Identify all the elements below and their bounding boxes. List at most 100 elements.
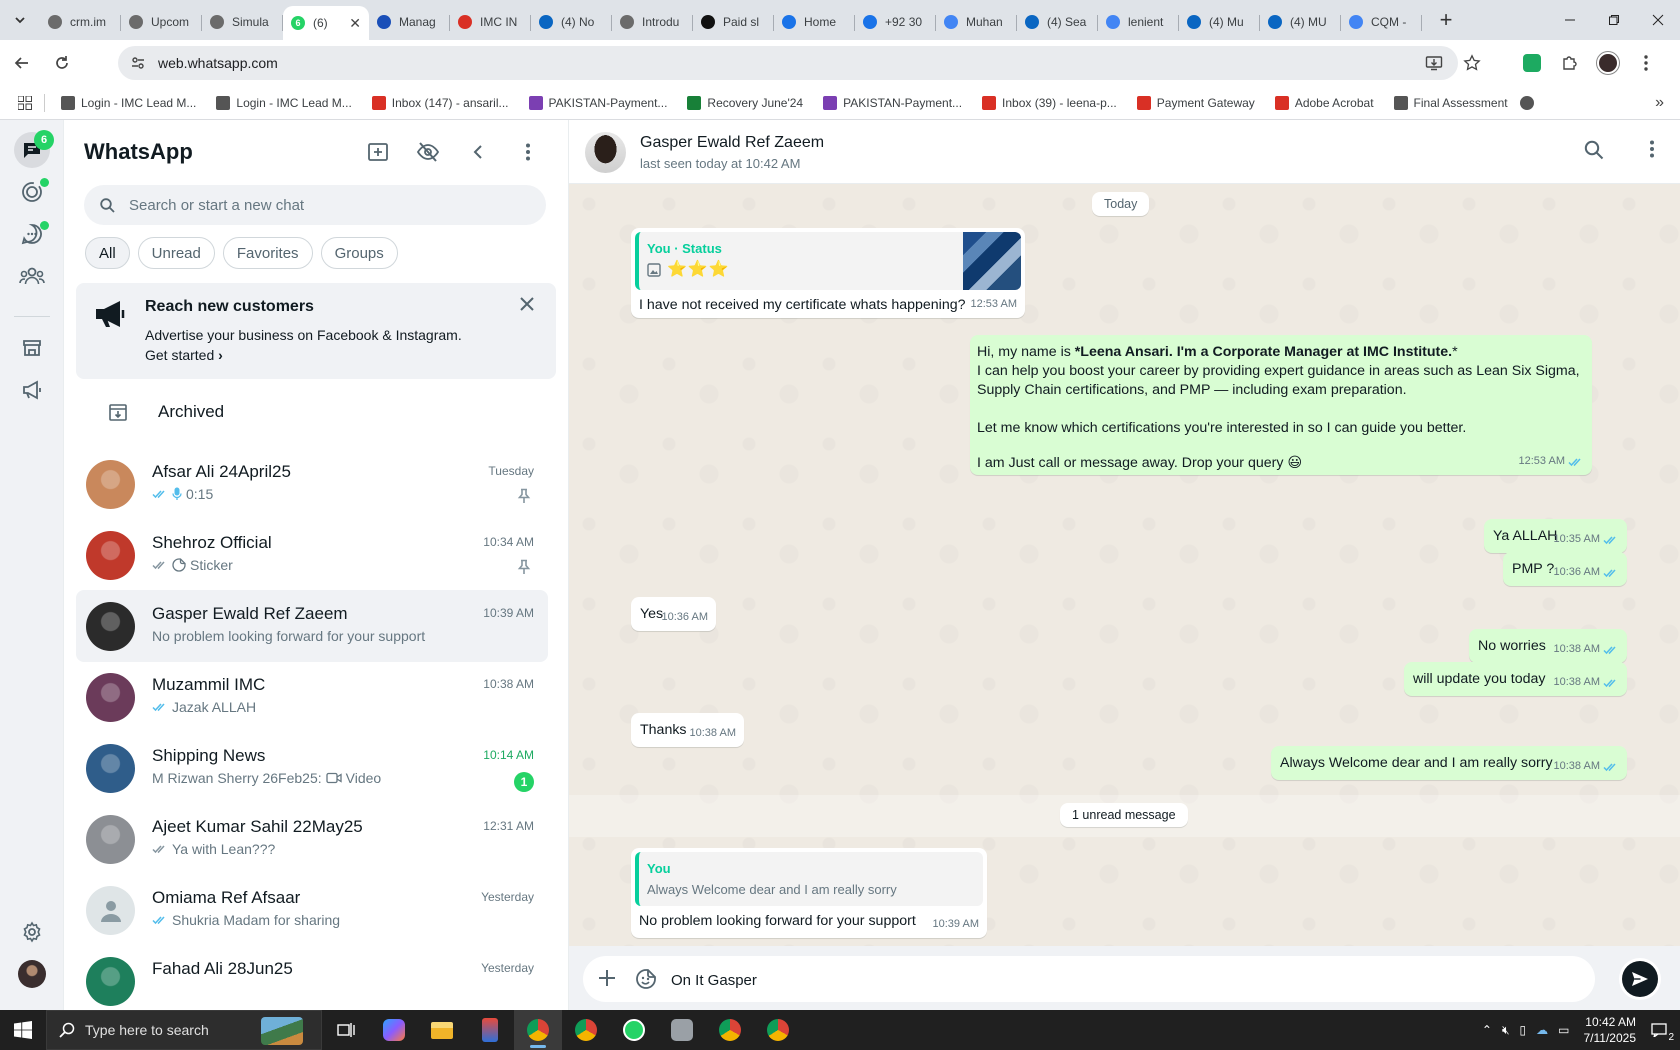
rail-tools-button[interactable]	[14, 330, 50, 366]
message-outgoing[interactable]: No worries 10:38 AM	[1469, 629, 1627, 663]
message-incoming[interactable]: Yes 10:36 AM	[631, 597, 716, 631]
rail-communities-button[interactable]	[14, 258, 50, 294]
bookmark-item[interactable]: Login - IMC Lead M...	[210, 90, 357, 116]
message-outgoing[interactable]: Always Welcome dear and I am really sorr…	[1271, 746, 1627, 780]
tab-close-icon[interactable]: ✕	[349, 15, 361, 32]
taskbar-chrome-3[interactable]	[706, 1010, 754, 1050]
chat-row[interactable]: Shehroz Official 10:34 AM Sticker	[76, 519, 548, 591]
conversation-menu-button[interactable]	[1650, 140, 1654, 158]
bookmark-star-button[interactable]	[1458, 46, 1486, 80]
bookmark-item[interactable]: Recovery June'24	[681, 90, 809, 116]
site-settings-icon[interactable]	[130, 55, 146, 71]
message-incoming[interactable]: Thanks 10:38 AM	[631, 713, 744, 747]
weather-icon[interactable]: ☁︎	[1536, 1023, 1548, 1037]
back-button[interactable]	[4, 45, 40, 81]
browser-tab[interactable]: lenient	[1098, 6, 1179, 38]
bookmark-extra[interactable]	[1514, 90, 1546, 116]
conversation-search-button[interactable]	[1584, 140, 1604, 160]
chevron-up-icon[interactable]: ⌃	[1482, 1023, 1492, 1037]
browser-tab[interactable]: (4) Mu	[1179, 6, 1260, 38]
tab-search-button[interactable]	[0, 0, 40, 40]
browser-tab[interactable]: 6 (6) ✕	[283, 6, 369, 40]
filter-unread[interactable]: Unread	[137, 237, 215, 269]
browser-tab[interactable]: Paid sl	[693, 6, 774, 38]
message-intro[interactable]: Hi, my name is *Leena Ansari. I'm a Corp…	[970, 335, 1592, 475]
message-outgoing[interactable]: Ya ALLAH 10:35 AM	[1484, 519, 1627, 553]
taskbar-app-figure[interactable]	[466, 1010, 514, 1050]
taskbar-search-box[interactable]: Type here to search	[46, 1010, 322, 1050]
bookmark-item[interactable]: PAKISTAN-Payment...	[523, 90, 674, 116]
message-outgoing[interactable]: will update you today 10:38 AM	[1404, 662, 1627, 696]
volume-muted-icon[interactable]: 🔇︎	[1502, 1023, 1510, 1038]
taskbar-chrome-2[interactable]	[562, 1010, 610, 1050]
rail-profile-button[interactable]	[14, 956, 50, 992]
message-input[interactable]	[671, 968, 1551, 992]
url-text[interactable]: web.whatsapp.com	[158, 55, 278, 71]
status-quote[interactable]: You · Status ⭐⭐⭐	[635, 232, 1021, 290]
taskbar-app-clock[interactable]	[658, 1010, 706, 1050]
install-app-button[interactable]	[1420, 46, 1448, 80]
bookmark-item[interactable]: Inbox (39) - leena-p...	[976, 90, 1123, 116]
contact-name[interactable]: Gasper Ewald Ref Zaeem	[640, 134, 824, 152]
task-view-button[interactable]	[322, 1010, 370, 1050]
contact-avatar[interactable]	[585, 132, 626, 173]
bookmark-item[interactable]: Adobe Acrobat	[1269, 90, 1380, 116]
chat-row[interactable]: Gasper Ewald Ref Zaeem 10:39 AM No problem…	[76, 590, 548, 662]
extensions-button[interactable]	[1556, 46, 1584, 80]
browser-tab[interactable]: Introdu	[612, 6, 693, 38]
filter-all[interactable]: All	[85, 237, 130, 269]
reply-quote[interactable]: You Always Welcome dear and I am really …	[635, 852, 983, 906]
minimize-button[interactable]	[1548, 0, 1592, 40]
chat-search-input[interactable]	[129, 196, 509, 214]
promo-get-started-link[interactable]: Get started ›	[145, 347, 223, 363]
promo-close-button[interactable]	[520, 297, 540, 317]
browser-tab[interactable]: crm.im	[40, 6, 121, 38]
browser-tab[interactable]: Home	[774, 6, 855, 38]
chat-row[interactable]: Afsar Ali 24April25 Tuesday 0:15	[76, 448, 548, 520]
conversation-header[interactable]: Gasper Ewald Ref Zaeem last seen today a…	[569, 120, 1680, 184]
chat-list-menu-button[interactable]	[508, 132, 548, 172]
browser-tab[interactable]: (4) Sea	[1017, 6, 1098, 38]
chat-search-box[interactable]	[84, 185, 546, 225]
privacy-toggle-button[interactable]	[408, 132, 448, 172]
message-status-reply[interactable]: You · Status ⭐⭐⭐ I have not received my …	[631, 228, 1025, 318]
browser-tab[interactable]: Muhan	[936, 6, 1017, 38]
profile-button[interactable]	[1594, 46, 1622, 80]
taskbar-file-explorer[interactable]	[418, 1010, 466, 1050]
chat-row[interactable]: Ajeet Kumar Sahil 22May25 12:31 AM Ya with…	[76, 803, 548, 875]
message-last-reply[interactable]: You Always Welcome dear and I am really …	[631, 848, 987, 938]
chat-row[interactable]: Muzammil IMC 10:38 AM Jazak ALLAH	[76, 661, 548, 733]
collapse-panel-button[interactable]	[458, 132, 498, 172]
send-button[interactable]	[1619, 958, 1661, 1000]
browser-tab[interactable]: (4) MU	[1260, 6, 1341, 38]
taskbar-chrome-1[interactable]	[514, 1010, 562, 1050]
bookmark-item[interactable]: PAKISTAN-Payment...	[817, 90, 968, 116]
reload-button[interactable]	[44, 45, 80, 81]
bookmark-item[interactable]: Login - IMC Lead M...	[55, 90, 202, 116]
message-outgoing[interactable]: PMP ? 10:36 AM	[1503, 552, 1627, 586]
browser-menu-button[interactable]	[1632, 46, 1660, 80]
extension-whatsapp-button[interactable]	[1518, 46, 1546, 80]
taskbar-copilot[interactable]	[370, 1010, 418, 1050]
filter-groups[interactable]: Groups	[320, 237, 398, 269]
rail-settings-button[interactable]	[14, 914, 50, 950]
rail-advertise-button[interactable]	[14, 372, 50, 408]
browser-tab[interactable]: CQM -	[1341, 6, 1422, 38]
chat-row[interactable]: Shipping News 10:14 AM M Rizwan Sherry 26F…	[76, 732, 548, 804]
close-window-button[interactable]	[1636, 0, 1680, 40]
archived-row[interactable]: Archived	[64, 386, 568, 438]
business-promo-card[interactable]: Reach new customers Advertise your busin…	[76, 283, 556, 379]
browser-tab[interactable]: (4) No	[531, 6, 612, 38]
browser-tab[interactable]: Upcom	[121, 6, 202, 38]
bookmark-item[interactable]: Payment Gateway	[1131, 90, 1261, 116]
composer-box[interactable]	[583, 956, 1595, 1002]
notification-center-button[interactable]: 2	[1646, 1015, 1674, 1045]
taskbar-clock[interactable]: 10:42 AM 7/11/2025	[1584, 1014, 1637, 1046]
taskbar-chrome-4[interactable]	[754, 1010, 802, 1050]
bookmark-item[interactable]: Final Assessment	[1388, 90, 1514, 116]
new-tab-button[interactable]: +	[1428, 2, 1464, 38]
browser-tab[interactable]: IMC IN	[450, 6, 531, 38]
sticker-emoji-button[interactable]	[635, 968, 657, 990]
chat-row[interactable]: Fahad Ali 28Jun25 Yesterday	[76, 945, 548, 1010]
start-button[interactable]	[0, 1010, 46, 1050]
